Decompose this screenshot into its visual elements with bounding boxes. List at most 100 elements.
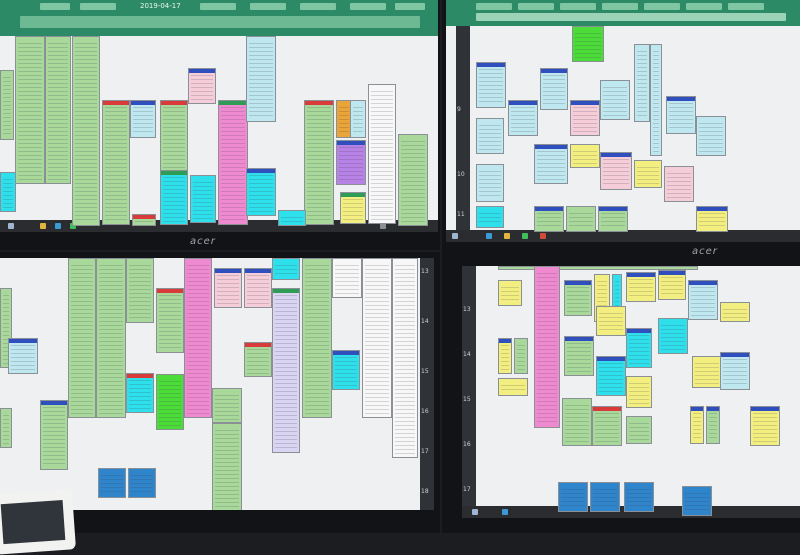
- schedule-card[interactable]: [0, 70, 14, 140]
- schedule-card[interactable]: [688, 280, 718, 320]
- schedule-card[interactable]: [156, 374, 184, 430]
- app-icon[interactable]: [502, 509, 508, 515]
- schedule-card[interactable]: [658, 318, 688, 354]
- schedule-card[interactable]: [126, 258, 154, 323]
- schedule-card[interactable]: [0, 408, 12, 448]
- schedule-card[interactable]: [598, 206, 628, 232]
- app-icon[interactable]: [55, 223, 61, 229]
- schedule-card[interactable]: [592, 406, 622, 446]
- header-button[interactable]: [476, 13, 786, 21]
- schedule-card[interactable]: [626, 416, 652, 444]
- header-button[interactable]: [20, 16, 420, 28]
- header-button[interactable]: [686, 3, 722, 10]
- app-icon[interactable]: [522, 233, 528, 239]
- schedule-card[interactable]: [68, 258, 96, 418]
- schedule-card[interactable]: [272, 288, 300, 453]
- header-button[interactable]: [560, 3, 596, 10]
- schedule-card[interactable]: [706, 406, 720, 444]
- header-button[interactable]: [395, 3, 425, 10]
- schedule-card[interactable]: [624, 482, 654, 512]
- schedule-card[interactable]: [658, 270, 686, 300]
- schedule-card[interactable]: [570, 100, 600, 136]
- schedule-card[interactable]: [692, 356, 722, 388]
- schedule-card[interactable]: [534, 206, 564, 232]
- schedule-card[interactable]: [0, 172, 16, 212]
- schedule-card[interactable]: [246, 168, 276, 216]
- schedule-card[interactable]: [666, 96, 696, 134]
- header-button[interactable]: [518, 3, 554, 10]
- schedule-card[interactable]: [498, 338, 512, 374]
- schedule-card[interactable]: [540, 68, 568, 110]
- schedule-card[interactable]: [244, 342, 272, 377]
- schedule-card[interactable]: [626, 376, 652, 408]
- schedule-card[interactable]: [498, 280, 522, 306]
- schedule-card[interactable]: [570, 144, 600, 168]
- schedule-card[interactable]: [244, 268, 272, 308]
- schedule-card[interactable]: [750, 406, 780, 446]
- schedule-card[interactable]: [304, 100, 334, 225]
- schedule-card[interactable]: [498, 378, 528, 396]
- schedule-card[interactable]: [15, 36, 45, 184]
- schedule-card[interactable]: [368, 84, 396, 224]
- schedule-card[interactable]: [218, 100, 248, 225]
- schedule-card[interactable]: [126, 373, 154, 413]
- header-button[interactable]: [40, 3, 70, 10]
- schedule-card[interactable]: [212, 388, 242, 423]
- browser-icon[interactable]: [40, 223, 46, 229]
- schedule-card[interactable]: [534, 266, 560, 428]
- header-button[interactable]: [80, 3, 116, 10]
- schedule-card[interactable]: [564, 280, 592, 316]
- schedule-card[interactable]: [98, 468, 126, 498]
- schedule-card[interactable]: [626, 328, 652, 368]
- schedule-card[interactable]: [514, 338, 528, 374]
- schedule-card[interactable]: [188, 68, 216, 104]
- schedule-card[interactable]: [212, 423, 242, 510]
- schedule-card[interactable]: [278, 210, 306, 226]
- schedule-card[interactable]: [476, 206, 504, 228]
- schedule-card[interactable]: [562, 398, 592, 446]
- app-icon[interactable]: [540, 233, 546, 239]
- schedule-card[interactable]: [340, 192, 366, 224]
- schedule-card[interactable]: [476, 62, 506, 108]
- schedule-card[interactable]: [362, 258, 392, 418]
- schedule-card[interactable]: [332, 350, 360, 390]
- schedule-card[interactable]: [626, 272, 656, 302]
- schedule-card[interactable]: [45, 36, 71, 184]
- header-button[interactable]: [476, 3, 512, 10]
- schedule-card[interactable]: [392, 258, 418, 458]
- schedule-card[interactable]: [720, 302, 750, 322]
- schedule-card[interactable]: [128, 468, 156, 498]
- start-icon[interactable]: [452, 233, 458, 239]
- header-button[interactable]: [728, 3, 764, 10]
- start-icon[interactable]: [8, 223, 14, 229]
- schedule-card[interactable]: [156, 288, 184, 353]
- schedule-card[interactable]: [302, 258, 332, 418]
- schedule-card[interactable]: [596, 356, 626, 396]
- start-icon[interactable]: [472, 509, 478, 515]
- schedule-card[interactable]: [272, 258, 300, 280]
- schedule-card[interactable]: [476, 164, 504, 202]
- schedule-card[interactable]: [558, 482, 588, 512]
- header-button[interactable]: [644, 3, 680, 10]
- schedule-card[interactable]: [508, 100, 538, 136]
- schedule-card[interactable]: [600, 80, 630, 120]
- schedule-card[interactable]: [336, 140, 366, 185]
- schedule-card[interactable]: [398, 134, 428, 226]
- header-button[interactable]: [200, 3, 236, 10]
- schedule-card[interactable]: [476, 118, 504, 154]
- schedule-card[interactable]: [696, 206, 728, 232]
- schedule-card[interactable]: [350, 100, 366, 138]
- schedule-card[interactable]: [534, 144, 568, 184]
- schedule-card[interactable]: [572, 26, 604, 62]
- schedule-card[interactable]: [96, 258, 126, 418]
- header-button[interactable]: [250, 3, 286, 10]
- schedule-card[interactable]: [590, 482, 620, 512]
- schedule-card[interactable]: [634, 44, 650, 122]
- schedule-card[interactable]: [682, 486, 712, 516]
- header-button[interactable]: [350, 3, 386, 10]
- schedule-card[interactable]: [190, 175, 216, 223]
- schedule-card[interactable]: [612, 274, 622, 310]
- schedule-card[interactable]: [332, 258, 362, 298]
- schedule-card[interactable]: [596, 306, 626, 336]
- schedule-card[interactable]: [246, 36, 276, 122]
